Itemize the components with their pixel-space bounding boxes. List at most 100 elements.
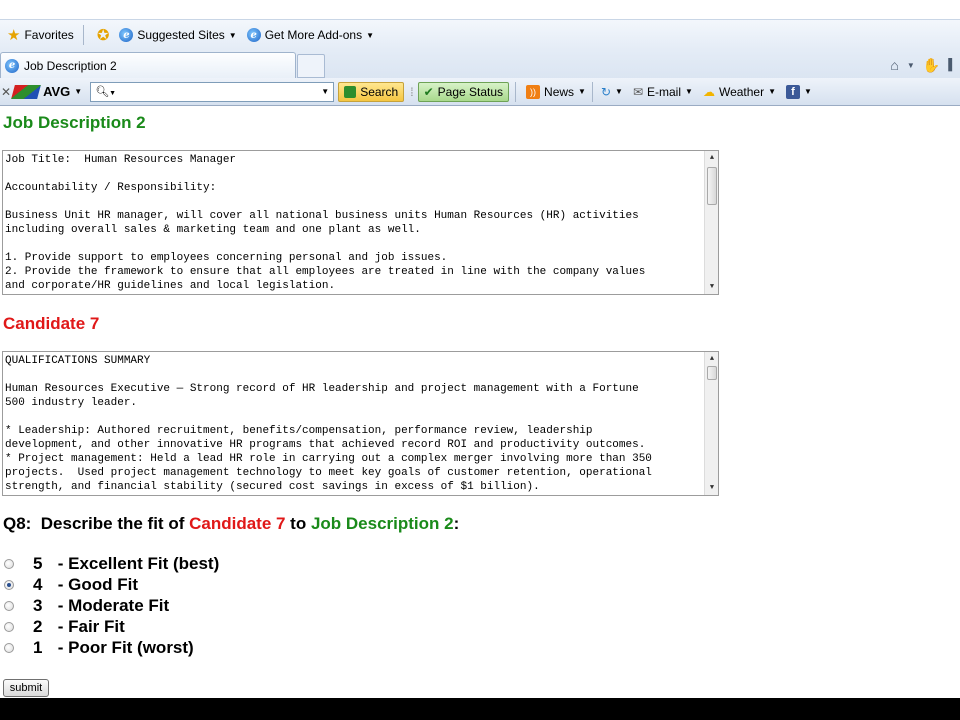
job-description-textarea[interactable]: Job Title: Human Resources Manager Accou… [2,150,719,295]
avg-label: AVG [43,84,71,99]
option-number: 2 [33,617,43,636]
news-menu[interactable]: )) News ▼ [526,84,586,99]
job-description-scrollbar[interactable]: ▲ ▼ [704,151,718,294]
close-icon[interactable]: ✕ [1,85,11,99]
question-prefix: Q8: Describe the fit of [3,514,190,533]
page-status-label: Page Status [437,84,504,99]
suggested-sites-label: Suggested Sites [137,28,225,42]
search-button-label: Search [360,84,399,99]
option-fair-fit[interactable]: 2 - Fair Fit [4,617,125,637]
submit-button[interactable]: submit [3,679,49,697]
facebook-menu[interactable]: f ▼ [786,84,812,99]
get-addons-label: Get More Add-ons [264,28,363,42]
avg-menu[interactable]: AVG ▼ [11,84,83,99]
news-label: News [544,84,575,99]
command-bar: ⌂ ▼ ✋ ▌ [886,54,960,76]
radio-button[interactable] [4,622,14,632]
candidate-heading: Candidate 7 [3,314,100,333]
suggested-sites-link[interactable]: e Suggested Sites ▼ [116,23,239,47]
add-favorite-star-icon: ✪ [96,26,110,44]
rss-icon: )) [526,84,541,99]
question-suffix: : [453,514,460,533]
option-moderate-fit[interactable]: 3 - Moderate Fit [4,596,169,616]
separator [82,25,84,45]
envelope-icon: ✉ [632,84,644,99]
chevron-down-icon[interactable]: ▼ [907,61,915,70]
arrow-right-icon [344,85,357,98]
get-addons-link[interactable]: e Get More Add-ons ▼ [244,23,377,47]
scrollbar-thumb[interactable] [707,167,717,205]
scroll-up-icon[interactable]: ▲ [705,151,718,165]
home-icon[interactable]: ⌂ [890,57,898,73]
toolbar-grip-icon: ⁞ [410,84,414,99]
radio-button[interactable] [4,559,14,569]
ie-page-icon: e [246,28,261,42]
candidate-text: QUALIFICATIONS SUMMARY Human Resources E… [5,355,652,493]
stop-icon[interactable]: ▌ [948,59,956,71]
chevron-down-icon[interactable]: ▼ [321,87,329,96]
refresh-icon: ↻ [600,84,612,99]
hand-icon[interactable]: ✋ [923,57,940,74]
radio-button-selected[interactable] [4,580,14,590]
candidate-textarea[interactable]: QUALIFICATIONS SUMMARY Human Resources E… [2,351,719,496]
ie-page-icon: e [5,58,19,73]
ie-page-icon: e [119,28,134,42]
scroll-down-icon[interactable]: ▼ [705,481,718,495]
email-label: E-mail [647,84,682,99]
option-number: 4 [33,575,43,594]
option-number: 3 [33,596,43,615]
checkmark-icon: ✔ [423,84,434,99]
facebook-icon: f [786,84,801,99]
search-button[interactable]: Search [338,81,405,102]
weather-label: Weather [718,84,765,99]
tab-title: Job Description 2 [24,58,117,73]
new-tab-button[interactable] [297,54,325,78]
option-good-fit[interactable]: 4 - Good Fit [4,575,138,595]
candidate-scrollbar[interactable]: ▲ ▼ [704,352,718,495]
radio-button[interactable] [4,643,14,653]
bottom-bar [0,698,960,720]
option-number: 1 [33,638,43,657]
avg-logo-icon [11,84,41,99]
search-icon: 🔍︎▼ [95,86,117,98]
chevron-down-icon: ▼ [685,87,693,96]
tab-row: e Job Description 2 ⌂ ▼ ✋ ▌ [0,50,960,78]
question-candidate: Candidate 7 [189,514,286,533]
chevron-down-icon: ▼ [74,87,83,96]
chevron-down-icon: ▼ [804,87,812,96]
add-favorite-button[interactable]: ✪ [94,23,113,47]
separator [591,81,593,102]
favorites-bar: ★ Favorites ✪ e Suggested Sites ▼ e Get … [0,20,960,50]
option-label: - Fair Fit [53,617,125,636]
option-label: - Moderate Fit [53,596,170,615]
weather-menu[interactable]: ☁ Weather ▼ [703,85,776,99]
scroll-down-icon[interactable]: ▼ [705,280,718,294]
sun-cloud-icon: ☁ [702,84,715,99]
separator [515,81,517,102]
page-content: Job Description 2 Job Title: Human Resou… [0,106,960,698]
option-poor-fit[interactable]: 1 - Poor Fit (worst) [4,638,194,658]
chevron-down-icon: ▼ [768,87,777,96]
email-menu[interactable]: ✉ E-mail ▼ [633,85,693,99]
question-text: Q8: Describe the fit of Candidate 7 to J… [3,514,459,534]
refresh-menu[interactable]: ↻ ▼ [601,85,623,99]
chevron-down-icon: ▼ [366,30,375,40]
scrollbar-thumb[interactable] [707,366,717,380]
toolbar-search-input[interactable]: 🔍︎▼ ▼ [90,81,335,102]
chevron-down-icon: ▼ [578,87,586,96]
favorites-button[interactable]: ★ Favorites [4,23,77,47]
option-label: - Excellent Fit (best) [53,554,220,573]
option-number: 5 [33,554,43,573]
scroll-up-icon[interactable]: ▲ [705,352,718,366]
option-excellent-fit[interactable]: 5 - Excellent Fit (best) [4,554,219,574]
radio-button[interactable] [4,601,14,611]
question-middle: to [285,514,311,533]
job-description-text: Job Title: Human Resources Manager Accou… [5,154,646,292]
option-label: - Good Fit [53,575,138,594]
window-top-strip [0,0,960,20]
question-job: Job Description 2 [310,514,454,533]
page-status-button[interactable]: ✔ Page Status [417,81,510,102]
favorites-star-icon: ★ [7,26,21,44]
option-label: - Poor Fit (worst) [53,638,194,657]
tab-job-description[interactable]: e Job Description 2 [0,52,296,78]
